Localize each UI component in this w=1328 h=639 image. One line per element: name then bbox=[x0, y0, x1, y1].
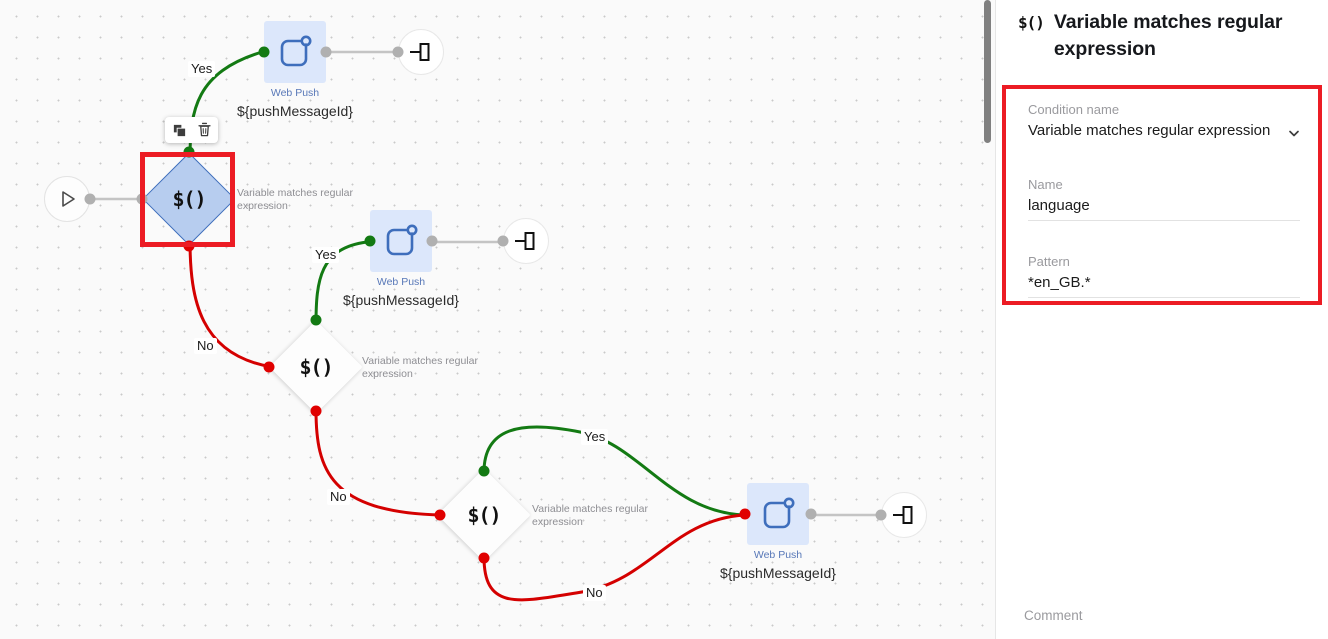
pattern-label: Pattern bbox=[1028, 254, 1070, 269]
condition-node-2-description: Variable matches regular expression bbox=[362, 355, 478, 380]
trash-icon bbox=[197, 122, 211, 137]
condition-node-2-yes-port[interactable] bbox=[310, 314, 322, 326]
edge-condition3-yes bbox=[482, 425, 745, 517]
condition-node-3-input-port[interactable] bbox=[434, 509, 446, 521]
pattern-field-underline bbox=[1028, 297, 1300, 298]
delete-button[interactable] bbox=[195, 121, 213, 139]
edge-label-yes-1: Yes bbox=[188, 61, 216, 77]
name-field-underline bbox=[1028, 220, 1300, 221]
condition-node-2-input-port[interactable] bbox=[263, 361, 275, 373]
name-value[interactable]: language bbox=[1028, 196, 1300, 220]
end-node-3-circle[interactable] bbox=[881, 492, 927, 538]
copy-icon bbox=[173, 124, 185, 136]
condition-node-1-description: Variable matches regular expression bbox=[237, 187, 353, 212]
condition-name-value: Variable matches regular expression bbox=[1028, 122, 1271, 139]
edge-label-no-1: No bbox=[194, 338, 217, 354]
comment-label: Comment bbox=[1024, 608, 1083, 623]
webpush-node-3-subtitle: ${pushMessageId} bbox=[720, 565, 836, 581]
webpush-node-3-box[interactable] bbox=[747, 483, 809, 545]
edge-label-no-3: No bbox=[583, 585, 606, 601]
condition-node-2-symbol: $() bbox=[299, 355, 333, 379]
webpush-node-3[interactable]: Web Push ${pushMessageId} bbox=[720, 483, 836, 581]
webpush-node-2[interactable]: Web Push ${pushMessageId} bbox=[343, 210, 459, 308]
end-node-1[interactable] bbox=[392, 29, 444, 75]
condition-node-3-no-port[interactable] bbox=[478, 552, 490, 564]
end-terminal-icon bbox=[515, 232, 535, 250]
end-node-2-circle[interactable] bbox=[503, 218, 549, 264]
edge-label-yes-3: Yes bbox=[581, 429, 609, 445]
web-push-icon bbox=[280, 35, 312, 67]
condition-node-1-selection-frame bbox=[140, 152, 235, 247]
start-node-circle[interactable] bbox=[44, 176, 90, 222]
webpush-node-1-input-port[interactable] bbox=[258, 46, 270, 58]
webpush-node-1[interactable]: Web Push ${pushMessageId} bbox=[237, 21, 353, 119]
end-node-3[interactable] bbox=[875, 492, 927, 538]
webpush-node-3-caption: Web Push bbox=[753, 549, 803, 561]
flow-canvas[interactable]: Web Push ${pushMessageId} $() Variable m… bbox=[0, 0, 995, 639]
end-terminal-icon bbox=[410, 43, 430, 61]
web-push-icon bbox=[763, 497, 795, 529]
name-label: Name bbox=[1028, 177, 1063, 192]
condition-node-3-yes-port[interactable] bbox=[478, 465, 490, 477]
pattern-field[interactable]: Pattern *en_GB.* bbox=[1028, 254, 1300, 298]
webpush-node-3-input-port[interactable] bbox=[739, 508, 751, 520]
webpush-node-2-caption: Web Push bbox=[376, 276, 426, 288]
edge-label-yes-2: Yes bbox=[312, 247, 340, 263]
properties-panel: $() Variable matches regular expression … bbox=[995, 0, 1328, 639]
end-node-1-circle[interactable] bbox=[398, 29, 444, 75]
webpush-node-2-subtitle: ${pushMessageId} bbox=[343, 292, 459, 308]
end-node-1-input-port[interactable] bbox=[392, 46, 404, 58]
end-node-2[interactable] bbox=[497, 218, 549, 264]
start-node-output-port[interactable] bbox=[84, 193, 96, 205]
webpush-node-1-output-port[interactable] bbox=[320, 46, 332, 58]
condition-node-3-description: Variable matches regular expression bbox=[532, 503, 648, 528]
edge-label-no-2: No bbox=[327, 489, 350, 505]
canvas-vertical-scrollbar[interactable] bbox=[984, 0, 991, 143]
condition-form-highlight: Condition name Variable matches regular … bbox=[1002, 85, 1322, 305]
webpush-node-2-box[interactable] bbox=[370, 210, 432, 272]
webpush-node-2-input-port[interactable] bbox=[364, 235, 376, 247]
condition-node-2-no-port[interactable] bbox=[310, 405, 322, 417]
start-node[interactable] bbox=[44, 176, 96, 222]
name-field[interactable]: Name language bbox=[1028, 177, 1300, 221]
webpush-node-3-output-port[interactable] bbox=[805, 508, 817, 520]
web-push-icon bbox=[386, 224, 418, 256]
condition-name-label: Condition name bbox=[1028, 102, 1120, 117]
webpush-node-1-subtitle: ${pushMessageId} bbox=[237, 103, 353, 119]
copy-button[interactable] bbox=[170, 121, 188, 139]
webpush-node-1-caption: Web Push bbox=[270, 87, 320, 99]
pattern-value[interactable]: *en_GB.* bbox=[1028, 273, 1300, 297]
end-node-3-input-port[interactable] bbox=[875, 509, 887, 521]
play-icon bbox=[62, 191, 75, 207]
condition-name-field[interactable]: Condition name Variable matches regular … bbox=[1028, 102, 1300, 145]
condition-node-3-symbol: $() bbox=[467, 503, 501, 527]
webpush-node-2-output-port[interactable] bbox=[426, 235, 438, 247]
variable-expression-icon: $() bbox=[1018, 13, 1045, 32]
node-context-toolbar[interactable] bbox=[165, 117, 218, 143]
end-terminal-icon bbox=[893, 506, 913, 524]
chevron-down-icon[interactable] bbox=[1288, 127, 1300, 139]
end-node-2-input-port[interactable] bbox=[497, 235, 509, 247]
panel-title: Variable matches regular expression bbox=[1053, 11, 1283, 60]
app-root: Web Push ${pushMessageId} $() Variable m… bbox=[0, 0, 1328, 639]
webpush-node-1-box[interactable] bbox=[264, 21, 326, 83]
panel-header: $() Variable matches regular expression bbox=[996, 0, 1328, 63]
condition-name-select[interactable]: Variable matches regular expression bbox=[1028, 121, 1300, 145]
